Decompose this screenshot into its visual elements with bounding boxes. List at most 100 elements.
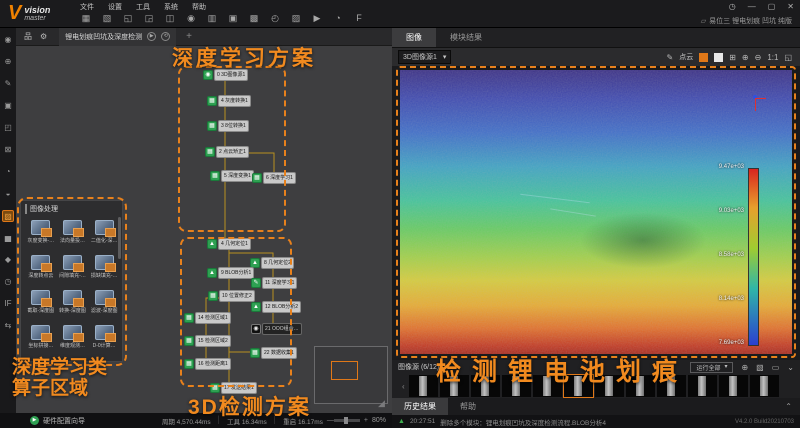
color-analysis-icon[interactable]: ◔ — [2, 166, 14, 178]
flow-node[interactable]: ▲ 12 BLOB分析2 — [251, 300, 302, 313]
new-window-icon[interactable]: ◫ — [164, 12, 176, 25]
flow-node[interactable]: ▲ 4 几何定位1 — [207, 237, 251, 250]
delete-icon[interactable]: ▭ — [772, 363, 780, 372]
minimap-viewport[interactable] — [331, 361, 358, 380]
image-thumbnail[interactable] — [594, 375, 624, 397]
minimize-icon[interactable]: — — [748, 2, 756, 11]
open-solution-icon[interactable]: ▧ — [101, 12, 113, 25]
image-thumbnail[interactable] — [749, 375, 779, 397]
import-icon[interactable]: ◲ — [143, 12, 155, 25]
if-branch-icon[interactable]: IF — [2, 298, 14, 310]
close-icon[interactable]: ✕ — [787, 2, 794, 11]
flow-node[interactable]: ▦ 3 8位转换1 — [207, 119, 249, 132]
flow-node[interactable]: ▦ 5 深度变换1 — [210, 169, 254, 182]
export-icon[interactable]: ◱ — [122, 12, 134, 25]
flow-node[interactable]: ▦ 10 位置修正2 — [208, 289, 255, 302]
refresh-icon[interactable]: ◴ — [269, 12, 281, 25]
chart-icon[interactable]: ▅ — [2, 232, 14, 244]
tab-history-result[interactable]: 历史结果 — [392, 398, 448, 415]
tab-image[interactable]: 图像 — [392, 28, 436, 47]
flow-canvas[interactable]: ◉ 0 3D图像源1 ▦ 4 灰度转换1 ▦ 3 8位转换1 ▦ 2 点云矫正1 ▦ 5 深度变换… — [16, 46, 392, 413]
zoom-out-button[interactable]: — — [327, 417, 334, 424]
image-thumbnail[interactable] — [501, 375, 531, 397]
image-thumbnail[interactable] — [470, 375, 500, 397]
image-thumbnail[interactable] — [408, 375, 438, 397]
operator-scrollbar[interactable] — [118, 217, 121, 259]
image-thumbnail[interactable] — [439, 375, 469, 397]
hardware-wizard-label[interactable]: 硬件配置向导 — [43, 416, 85, 426]
add-image-icon[interactable]: ⊕ — [741, 363, 748, 372]
collapse-icon[interactable]: ⌄ — [787, 363, 794, 372]
mark-icon[interactable]: ◆ — [2, 254, 14, 266]
draw-icon[interactable]: ✎ — [667, 53, 674, 62]
run-icon[interactable]: ▶ — [311, 12, 323, 25]
image-thumbnail[interactable] — [656, 375, 686, 397]
image-edit-icon[interactable]: ✎ — [2, 78, 14, 90]
operator-item[interactable]: 间隙填充-… — [57, 255, 89, 279]
deep-learning-icon[interactable]: ▨ — [2, 210, 14, 222]
flow-node[interactable]: ▦ 14 检测区域1 — [184, 311, 231, 324]
zoom-in-button[interactable]: + — [364, 417, 368, 424]
layers-icon[interactable]: ▣ — [2, 100, 14, 112]
flow-node[interactable]: ◉ 21 OOO组合… — [251, 322, 302, 335]
flow-node[interactable]: ▦ 22 数据收集1 — [250, 346, 297, 359]
zoom-in-icon[interactable]: ⊕ — [742, 53, 749, 62]
measure-icon[interactable]: ⊠ — [2, 144, 14, 156]
actual-size-icon[interactable]: 1:1 — [767, 53, 778, 62]
scroll-left-icon[interactable]: ‹ — [402, 382, 405, 391]
operator-item[interactable]: 深度转点云 — [25, 255, 57, 279]
save-icon[interactable]: ▦ — [80, 12, 92, 25]
operator-item[interactable]: 灰度变换-… — [25, 220, 57, 244]
flow-node[interactable]: ✎ 11 深度学习1 — [251, 276, 298, 289]
tool-settings-icon[interactable]: ⚙ — [40, 32, 47, 41]
tab-help[interactable]: 帮助 — [448, 398, 488, 415]
operator-item[interactable]: 损缺填充-… — [88, 255, 120, 279]
zoom-slider[interactable] — [333, 417, 360, 424]
menu-工具[interactable]: 工具 — [136, 2, 150, 12]
fullscreen-icon[interactable]: ◱ — [784, 53, 792, 62]
maximize-icon[interactable]: ▢ — [768, 2, 776, 11]
flow-node[interactable]: ▦ 17 发送结果1 — [210, 381, 257, 394]
project-label[interactable]: ▱ 易位三 锂电划痕 凹坑 纯版 — [701, 16, 792, 26]
display-config-icon[interactable]: ▣ — [227, 12, 239, 25]
flow-node[interactable]: ▦ 16 检测距离1 — [184, 357, 231, 370]
history-icon[interactable]: ◷ — [729, 2, 736, 11]
image-thumbnail[interactable] — [718, 375, 748, 397]
camera-source-icon[interactable]: ◉ — [2, 34, 14, 46]
location-icon[interactable]: ⊕ — [2, 56, 14, 68]
menu-帮助[interactable]: 帮助 — [192, 2, 206, 12]
flow-node[interactable]: ◉ 0 3D图像源1 — [203, 68, 249, 81]
point-cloud-toggle-on[interactable] — [699, 52, 709, 62]
minimap[interactable] — [314, 346, 388, 404]
3d-image-view[interactable]: 9.47e+03 9.03e+03 8.58e+03 8.14e+03 7.69e+03 — [392, 66, 800, 360]
report-icon[interactable]: ▩ — [248, 12, 260, 25]
run-flow-icon[interactable]: ▶ — [147, 32, 157, 41]
operator-item[interactable]: 截取-深度图 — [25, 290, 57, 314]
operator-item[interactable]: 转换-深度图 — [57, 290, 89, 314]
flow-list-icon[interactable]: 品 — [24, 31, 32, 42]
image-thumbnail[interactable] — [532, 375, 562, 397]
point-cloud-toggle-off[interactable] — [714, 52, 724, 62]
flow-tab[interactable]: 锂电划痕凹坑及深度检测 ▶ ⟲ — [59, 27, 177, 46]
logic-timer-icon[interactable]: ◷ — [2, 276, 14, 288]
compare-icon[interactable]: ◒ — [2, 188, 14, 200]
tab-module-result[interactable]: 模块结果 — [436, 28, 496, 47]
run-all-button[interactable]: 运行全部 ▾ — [690, 361, 734, 373]
function-icon[interactable]: F — [353, 12, 365, 25]
parameter-icon[interactable]: ▥ — [206, 12, 218, 25]
film-icon[interactable]: ▨ — [290, 12, 302, 25]
operator-item[interactable]: 滤波-深度图 — [88, 290, 120, 314]
flow-node[interactable]: ▦ 6 深度学习1 — [252, 171, 296, 184]
flow-node[interactable]: ▦ 15 检测区域2 — [184, 334, 231, 347]
image-thumbnail[interactable] — [625, 375, 655, 397]
operator-item[interactable]: 维度观测… — [57, 325, 89, 349]
image-thumbnail[interactable] — [562, 374, 594, 398]
image-thumbnail[interactable] — [687, 375, 717, 397]
zoom-out-icon[interactable]: ⊖ — [755, 53, 762, 62]
run-once-icon[interactable]: ◔ — [332, 12, 344, 25]
fit-view-icon[interactable]: ⊞ — [729, 53, 736, 62]
collapse-panel-icon[interactable]: ⌃ — [785, 402, 792, 411]
operator-item[interactable]: 坐标拼接… — [25, 325, 57, 349]
camera-icon[interactable]: ◉ — [185, 12, 197, 25]
flow-node[interactable]: ▲ 8 几何定位2 — [250, 256, 294, 269]
